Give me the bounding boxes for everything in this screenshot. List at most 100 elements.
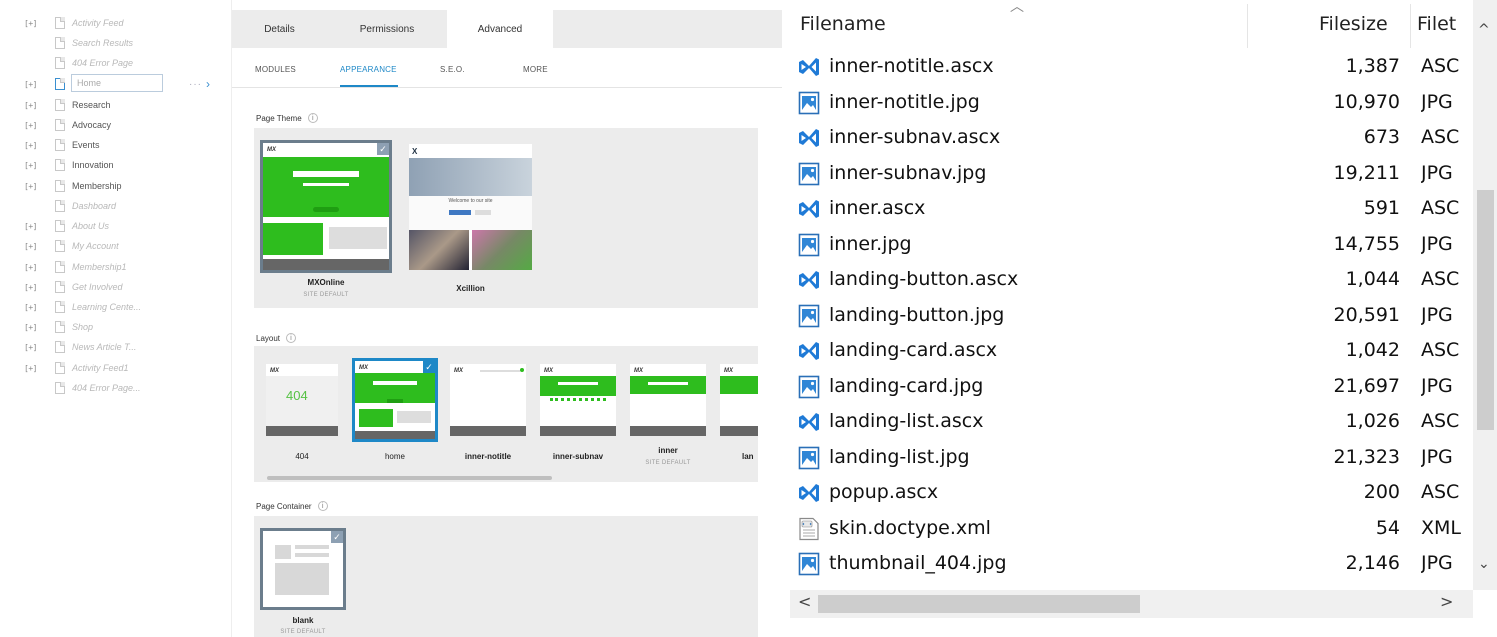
info-icon[interactable]: i	[317, 501, 328, 511]
tree-item-label: Research	[72, 100, 111, 110]
file-row[interactable]: landing-list.ascx 1,026 ASC	[790, 404, 1470, 440]
expand-icon[interactable]: [+]	[24, 242, 42, 251]
expand-icon[interactable]: [+]	[24, 80, 42, 89]
file-row[interactable]: landing-card.jpg 21,697 JPG	[790, 369, 1470, 405]
file-type: ASC	[1421, 268, 1460, 290]
tree-item[interactable]: 404 Error Page	[0, 53, 232, 73]
expand-icon[interactable]: [+]	[24, 121, 42, 130]
vscode-file-icon	[798, 410, 820, 434]
tree-item[interactable]: [+] My Account	[0, 236, 232, 256]
file-size: 19,211	[1333, 161, 1400, 184]
info-icon[interactable]: i	[286, 333, 297, 343]
vertical-scroll-thumb[interactable]	[1477, 190, 1494, 430]
file-row[interactable]: inner.ascx 591 ASC	[790, 191, 1470, 227]
file-row[interactable]: popup.ascx 200 ASC	[790, 475, 1470, 511]
more-options-icon[interactable]: ···	[189, 79, 202, 90]
vertical-scrollbar[interactable]: ^ ⌄	[1473, 0, 1497, 590]
layout-thumb-inner-notitle[interactable]: MX	[450, 364, 526, 436]
horizontal-scroll-thumb[interactable]	[818, 595, 1140, 613]
subtab-appearance[interactable]: APPEARANCE	[340, 65, 397, 74]
tree-item[interactable]: [+] Research	[0, 95, 232, 115]
file-name: inner-subnav.ascx	[829, 126, 1001, 148]
layout-gallery-scrollbar[interactable]	[267, 476, 552, 480]
tree-item[interactable]: [+] Shop	[0, 317, 232, 337]
expand-icon[interactable]: [+]	[24, 161, 42, 170]
tree-item[interactable]: [+] Membership	[0, 176, 232, 196]
subtab-modules[interactable]: MODULES	[255, 65, 296, 74]
scroll-right-icon[interactable]: >	[1440, 592, 1453, 611]
tab-advanced[interactable]: Advanced	[447, 10, 553, 48]
page-name-input[interactable]: Home	[71, 74, 163, 92]
expand-icon[interactable]: [+]	[24, 222, 42, 231]
column-filesize[interactable]: Filesize	[1319, 0, 1388, 48]
column-resize-handle[interactable]	[1247, 4, 1248, 48]
vscode-file-icon	[798, 197, 820, 221]
file-size: 1,387	[1345, 55, 1400, 77]
expand-icon[interactable]: [+]	[24, 343, 42, 352]
file-name: landing-list.jpg	[829, 445, 970, 468]
chevron-right-icon[interactable]: ›	[206, 77, 210, 91]
theme-thumb-xcillion[interactable]: X Welcome to our site	[409, 144, 532, 270]
file-row[interactable]: landing-button.jpg 20,591 JPG	[790, 298, 1470, 334]
expand-icon[interactable]: [+]	[24, 283, 42, 292]
page-icon	[55, 139, 65, 151]
tree-item[interactable]: 404 Error Page...	[0, 378, 232, 398]
tree-item[interactable]: [+] Innovation	[0, 155, 232, 175]
page-container-gallery: ✓ blank SITE DEFAULT	[254, 516, 758, 637]
subtab-seo[interactable]: S.E.O.	[440, 65, 465, 74]
tree-item[interactable]: [+] News Article T...	[0, 337, 232, 357]
info-icon[interactable]: i	[307, 113, 318, 123]
tree-item[interactable]: [+] Activity Feed1	[0, 358, 232, 378]
expand-icon[interactable]: [+]	[24, 263, 42, 272]
tree-item[interactable]: [+] Get Involved	[0, 277, 232, 297]
container-thumb-blank[interactable]: ✓	[260, 528, 346, 610]
tree-item[interactable]: [+] Home ··· ›	[0, 74, 232, 94]
scroll-down-icon[interactable]: ⌄	[1478, 556, 1490, 572]
file-row[interactable]: landing-list.jpg 21,323 JPG	[790, 440, 1470, 476]
page-icon	[55, 200, 65, 212]
expand-icon[interactable]: [+]	[24, 303, 42, 312]
tree-item[interactable]: [+] Activity Feed	[0, 13, 232, 33]
expand-icon[interactable]: [+]	[24, 141, 42, 150]
scroll-left-icon[interactable]: <	[798, 592, 811, 611]
scroll-up-icon[interactable]: ^	[1478, 22, 1490, 38]
layout-thumb-404[interactable]: MX 404	[266, 364, 338, 436]
tree-item[interactable]: [+] Learning Cente...	[0, 297, 232, 317]
layout-thumb-inner[interactable]: MX	[630, 364, 706, 436]
tree-item[interactable]: Dashboard	[0, 196, 232, 216]
file-row[interactable]: inner-notitle.ascx 1,387 ASC	[790, 49, 1470, 85]
column-filetype[interactable]: Filet	[1417, 0, 1456, 48]
file-row[interactable]: inner-subnav.ascx 673 ASC	[790, 120, 1470, 156]
horizontal-scrollbar[interactable]: < >	[790, 590, 1473, 618]
tree-item[interactable]: [+] Advocacy	[0, 115, 232, 135]
tree-item[interactable]: [+] Events	[0, 135, 232, 155]
expand-icon[interactable]: [+]	[24, 323, 42, 332]
tree-item[interactable]: [+] About Us	[0, 216, 232, 236]
expand-icon[interactable]: [+]	[24, 19, 42, 28]
column-filename[interactable]: Filename	[800, 0, 886, 48]
file-row[interactable]: inner-notitle.jpg 10,970 JPG	[790, 85, 1470, 121]
expand-icon[interactable]: [+]	[24, 101, 42, 110]
file-name: landing-button.jpg	[829, 303, 1005, 326]
layout-thumb-home[interactable]: MX ✓	[352, 358, 438, 442]
file-row[interactable]: skin.doctype.xml 54 XML	[790, 511, 1470, 547]
file-row[interactable]: landing-button.ascx 1,044 ASC	[790, 262, 1470, 298]
tab-permissions[interactable]: Permissions	[327, 10, 447, 48]
subtab-more[interactable]: MORE	[523, 65, 548, 74]
tab-details[interactable]: Details	[232, 10, 327, 48]
tree-item[interactable]: [+] Membership1	[0, 257, 232, 277]
theme-thumb-mxonline[interactable]: MX ✓	[260, 140, 392, 273]
tree-item[interactable]: Search Results	[0, 33, 232, 53]
image-file-icon	[798, 162, 820, 186]
file-row[interactable]: inner.jpg 14,755 JPG	[790, 227, 1470, 263]
column-resize-handle[interactable]	[1410, 4, 1411, 48]
layout-thumb-inner-subnav[interactable]: MX	[540, 364, 616, 436]
tree-item-label: Events	[72, 140, 100, 150]
expand-icon[interactable]: [+]	[24, 364, 42, 373]
file-row[interactable]: landing-card.ascx 1,042 ASC	[790, 333, 1470, 369]
file-type: JPG	[1421, 90, 1453, 113]
layout-thumb-landing[interactable]: MX	[720, 364, 758, 436]
expand-icon[interactable]: [+]	[24, 182, 42, 191]
file-row[interactable]: inner-subnav.jpg 19,211 JPG	[790, 156, 1470, 192]
file-row[interactable]: thumbnail_404.jpg 2,146 JPG	[790, 546, 1470, 582]
